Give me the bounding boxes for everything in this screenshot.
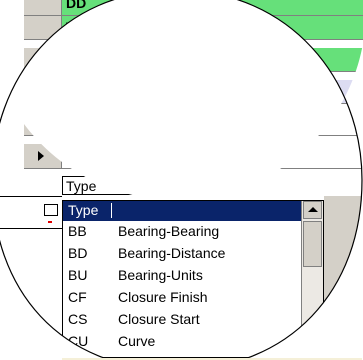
list-scrollbar[interactable] xyxy=(301,201,323,357)
code-cell[interactable]: DD xyxy=(62,0,190,16)
row-selector[interactable] xyxy=(24,48,62,72)
new-row-hint: To add a new re xyxy=(195,115,295,131)
item-desc: Bearing-Units xyxy=(118,267,203,283)
background-right-panel xyxy=(324,196,363,358)
scroll-thumb[interactable] xyxy=(303,221,322,267)
dropdown-arrow-icon xyxy=(150,183,160,188)
code-cell[interactable]: TR xyxy=(62,16,190,40)
list-item[interactable]: BB Bearing-Bearing xyxy=(63,222,303,242)
new-row-hint-cell[interactable]: To add a new re xyxy=(190,112,363,136)
value-cell[interactable] xyxy=(190,48,363,72)
scroll-up-button[interactable] xyxy=(303,201,322,219)
list-item[interactable]: CS Closure Start xyxy=(63,310,303,330)
item-code: CF xyxy=(68,289,87,305)
code-cell[interactable] xyxy=(62,112,190,136)
list-item[interactable]: CU Curve xyxy=(63,332,303,352)
code-cell[interactable] xyxy=(62,144,190,169)
row-selector[interactable] xyxy=(24,112,62,136)
code-text: TR xyxy=(66,19,85,35)
value-text: 15..18 xyxy=(296,83,335,99)
item-desc: Curve xyxy=(118,333,156,349)
row-selector[interactable] xyxy=(24,16,62,40)
value-cell[interactable]: 15..18 xyxy=(190,80,363,104)
scroll-up-icon xyxy=(308,207,318,212)
type-combo[interactable]: Type xyxy=(62,176,164,195)
checkbox[interactable] xyxy=(44,204,58,216)
divider xyxy=(0,228,62,229)
item-desc: Bearing-Bearing xyxy=(118,223,220,239)
value-cell[interactable] xyxy=(190,144,363,169)
list-item[interactable]: BU Bearing-Units xyxy=(63,266,303,286)
list-item[interactable]: CF Closure Finish xyxy=(63,288,303,308)
row-selector[interactable] xyxy=(24,144,62,169)
item-code: CS xyxy=(68,311,88,327)
new-row[interactable] xyxy=(24,144,363,169)
row-indicator-arrow-icon xyxy=(38,151,44,161)
table-row[interactable]: IN 15..18 xyxy=(24,80,363,104)
code-text: TR xyxy=(66,51,85,67)
column-separator xyxy=(111,203,112,218)
item-code: BB xyxy=(68,223,87,239)
left-panel xyxy=(0,190,62,358)
list-item[interactable]: Type xyxy=(63,201,303,221)
scroll-down-icon xyxy=(308,346,318,351)
divider xyxy=(0,196,62,197)
item-desc: Closure Start xyxy=(118,311,200,327)
scroll-down-button[interactable] xyxy=(303,339,322,357)
code-text: DD xyxy=(66,0,87,11)
code-cell[interactable]: IN xyxy=(62,80,190,104)
screen: DD TR TR IN 15..18 To add a new re Type … xyxy=(0,0,363,360)
table-row[interactable]: TR xyxy=(24,48,363,72)
value-cell[interactable] xyxy=(190,16,363,40)
list-item[interactable]: BD Bearing-Distance xyxy=(63,244,303,264)
value-cell[interactable] xyxy=(190,0,363,16)
item-code: CU xyxy=(68,333,89,349)
code-cell[interactable]: TR xyxy=(62,48,190,72)
item-code: BU xyxy=(68,267,88,283)
row-selector[interactable] xyxy=(24,0,62,16)
item-desc: Closure Finish xyxy=(118,289,208,305)
combo-dropdown-button[interactable] xyxy=(145,177,163,194)
combo-value: Type xyxy=(66,178,97,194)
table-row[interactable]: DD xyxy=(24,0,363,16)
row-selector[interactable] xyxy=(24,80,62,104)
list-header-text: Type xyxy=(68,202,99,218)
item-code: BD xyxy=(68,245,88,261)
item-desc: Bearing-Distance xyxy=(118,245,226,261)
table-row[interactable]: TR xyxy=(24,16,363,40)
type-dropdown-list[interactable]: Type BB Bearing-Bearing BD Bearing-Dista… xyxy=(62,200,324,358)
code-text: IN xyxy=(66,83,80,99)
table-row[interactable]: To add a new re xyxy=(24,112,363,136)
red-marker xyxy=(48,221,52,223)
